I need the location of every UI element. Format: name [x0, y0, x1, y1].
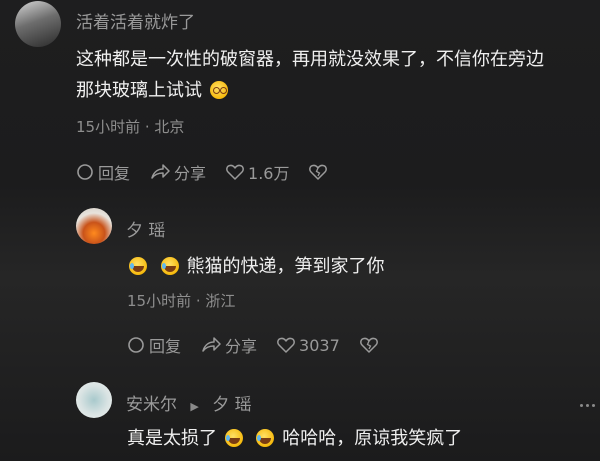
comment-text: 这种都是一次性的破窗器，再用就没效果了，不信你在旁边 那块玻璃上试试 — [76, 44, 544, 106]
comment-username-text: 安米尔 — [126, 395, 177, 415]
broken-heart-icon — [359, 337, 378, 353]
comment-text-body: 熊猫的快递，笋到家了你 — [186, 256, 385, 277]
comment-text-line: 这种都是一次性的破窗器，再用就没效果了，不信你在旁边 — [76, 49, 544, 70]
caret-right-icon: ▶ — [190, 400, 199, 413]
like-button[interactable]: 3037 — [277, 336, 340, 355]
laughing-tears-emoji — [129, 257, 147, 275]
reply-button[interactable]: 回复 — [127, 333, 181, 357]
comment-text: 熊猫的快递，笋到家了你 — [127, 251, 384, 282]
dislike-button[interactable] — [309, 164, 331, 180]
reply-bubble-icon — [77, 164, 93, 180]
reply-bubble-icon — [128, 337, 144, 353]
more-options-icon[interactable] — [580, 404, 595, 407]
share-label: 分享 — [174, 164, 207, 183]
comment-text-line: 那块玻璃上试试 — [76, 75, 544, 106]
comment-username[interactable]: 活着活着就炸了 — [76, 8, 195, 33]
comment-text-line-end: 那块玻璃上试试 — [76, 80, 202, 101]
comment-username[interactable]: 安米尔 ▶ 夕 瑶 — [126, 390, 252, 415]
share-button[interactable]: 分享 — [150, 160, 206, 184]
reply-button[interactable]: 回复 — [76, 160, 130, 184]
dizzy-face-emoji — [209, 81, 228, 99]
comment-meta: 15小时前 · 浙江 — [127, 292, 236, 310]
like-count: 1.6万 — [248, 164, 290, 183]
reply-label: 回复 — [98, 164, 131, 183]
share-button[interactable]: 分享 — [201, 333, 257, 357]
share-label: 分享 — [225, 337, 258, 356]
reply-target-username[interactable]: 夕 瑶 — [212, 395, 251, 415]
laughing-tears-emoji — [256, 429, 275, 447]
broken-heart-icon — [309, 164, 328, 180]
reply-label: 回复 — [149, 337, 182, 356]
comment-text-part: 真是太损了 — [127, 428, 217, 449]
comment-meta: 15小时前 · 北京 — [76, 118, 185, 136]
comment-actions: 回复 分享 1.6万 — [76, 160, 351, 184]
heart-icon — [277, 337, 295, 353]
avatar[interactable] — [76, 208, 112, 244]
share-arrow-icon — [151, 164, 170, 179]
laughing-tears-emoji — [224, 429, 243, 447]
comment-text: 真是太损了 哈哈哈，原谅我笑疯了 — [127, 423, 462, 454]
dislike-button[interactable] — [359, 337, 382, 353]
comment-text-part: 哈哈哈，原谅我笑疯了 — [282, 428, 463, 449]
share-arrow-icon — [202, 337, 221, 352]
avatar[interactable] — [76, 382, 112, 418]
comment-username[interactable]: 夕 瑶 — [126, 216, 165, 241]
like-button[interactable]: 1.6万 — [226, 160, 289, 184]
avatar[interactable] — [15, 1, 61, 47]
comment-actions: 回复 分享 3037 — [127, 333, 402, 357]
like-count: 3037 — [299, 335, 340, 355]
heart-icon — [226, 164, 244, 180]
laughing-tears-emoji — [160, 257, 179, 275]
